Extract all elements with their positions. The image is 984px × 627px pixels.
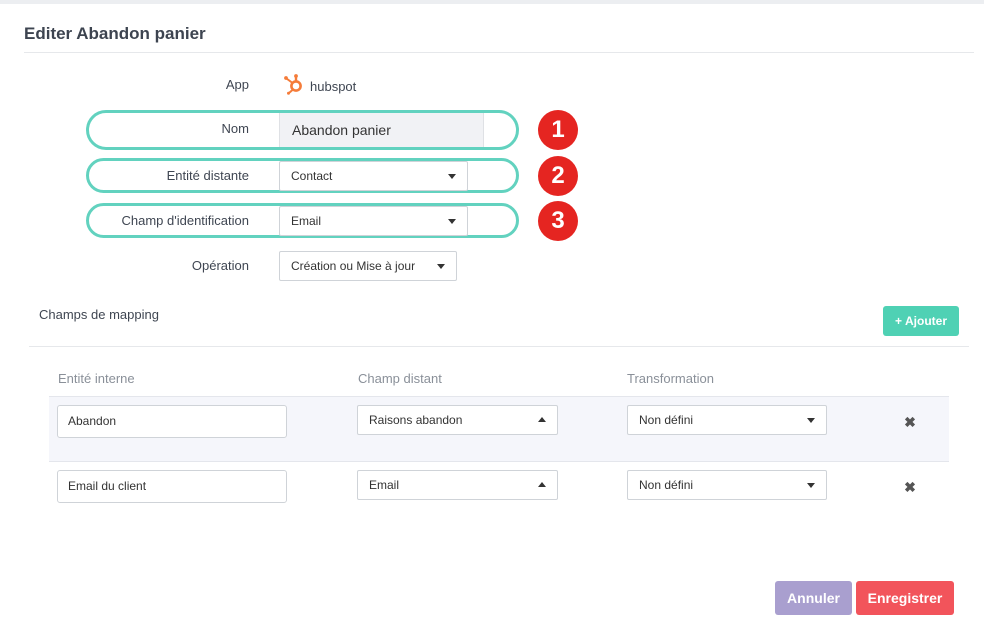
app-label: App (225, 77, 249, 92)
chevron-up-icon (538, 417, 546, 422)
chevron-down-icon (448, 174, 456, 179)
chevron-down-icon (807, 483, 815, 488)
operation-select[interactable]: Création ou Mise à jour (279, 251, 457, 281)
transformation-value: Non défini (639, 413, 694, 427)
champ-identification-value: Email (291, 214, 322, 228)
entite-distante-label: Entité distante (166, 168, 249, 183)
champ-identification-label: Champ d'identification (121, 213, 250, 228)
section-divider (29, 346, 969, 347)
entite-distante-select[interactable]: Contact (279, 161, 468, 191)
annotation-badge-1: 1 (538, 110, 578, 150)
page-title: Editer Abandon panier (24, 24, 206, 43)
add-mapping-label: Ajouter (905, 314, 947, 328)
delete-row-icon[interactable]: ✖ (903, 414, 917, 431)
entite-distante-value: Contact (291, 169, 333, 183)
save-button[interactable]: Enregistrer (856, 581, 954, 615)
entite-interne-input[interactable]: Abandon (57, 405, 287, 438)
transformation-select[interactable]: Non défini (627, 470, 827, 500)
transformation-select[interactable]: Non défini (627, 405, 827, 435)
chevron-down-icon (437, 264, 445, 269)
column-header-entite-interne: Entité interne (58, 371, 135, 386)
annotation-badge-2: 2 (538, 156, 578, 196)
champ-distant-select[interactable]: Email (357, 470, 558, 500)
entite-interne-input[interactable]: Email du client (57, 470, 287, 503)
champ-distant-select[interactable]: Raisons abandon (357, 405, 558, 435)
app-value: hubspot (283, 73, 357, 100)
champ-distant-value: Email (369, 478, 400, 492)
champ-identification-select[interactable]: Email (279, 206, 468, 236)
mapping-section-title: Champs de mapping (39, 307, 159, 322)
chevron-up-icon (538, 482, 546, 487)
plus-icon: + (894, 314, 902, 328)
title-divider (24, 52, 974, 53)
delete-row-icon[interactable]: ✖ (903, 479, 917, 496)
nom-input[interactable]: Abandon panier (279, 113, 484, 147)
top-bar (0, 0, 984, 4)
app-name: hubspot (310, 78, 357, 94)
chevron-down-icon (448, 219, 456, 224)
nom-label: Nom (221, 121, 249, 136)
hubspot-sprocket-icon (283, 73, 303, 100)
column-header-transformation: Transformation (627, 371, 714, 386)
operation-value: Création ou Mise à jour (291, 259, 416, 273)
transformation-value: Non défini (639, 478, 694, 492)
annotation-badge-3: 3 (538, 201, 578, 241)
champ-distant-value: Raisons abandon (369, 413, 463, 427)
add-mapping-button[interactable]: + Ajouter (883, 306, 959, 336)
operation-label: Opération (191, 258, 249, 273)
cancel-button[interactable]: Annuler (775, 581, 852, 615)
chevron-down-icon (807, 418, 815, 423)
column-header-champ-distant: Champ distant (358, 371, 442, 386)
